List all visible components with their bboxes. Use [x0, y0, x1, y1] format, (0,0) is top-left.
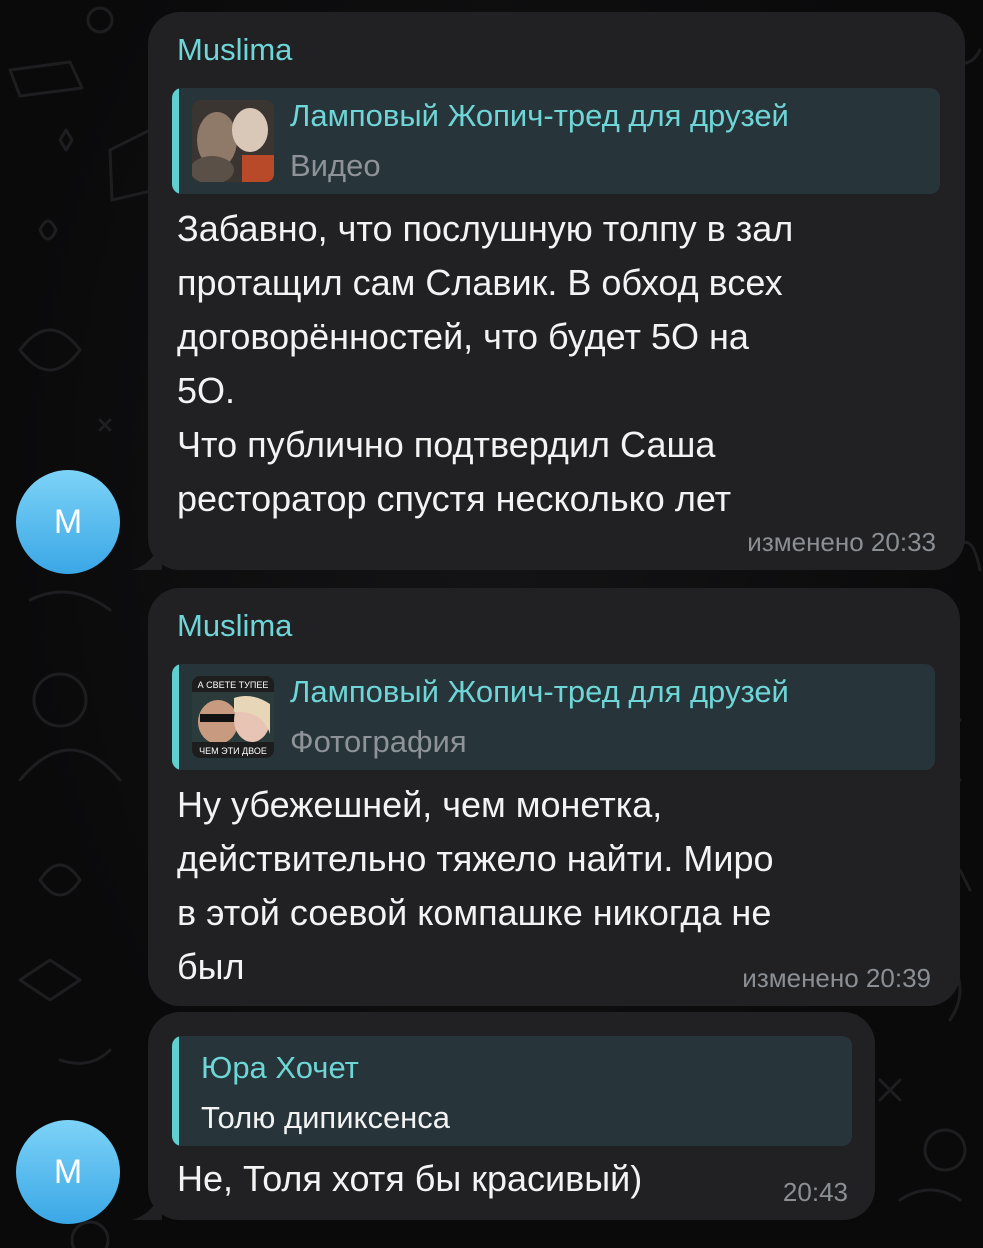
message-text: Забавно, что послушную толпу в зал прота…: [177, 208, 794, 519]
reply-preview[interactable]: Юра Хочет Толю дипиксенса: [172, 1036, 852, 1146]
reply-accent-bar: [172, 88, 179, 194]
reply-subtitle: Фотография: [290, 724, 467, 759]
reply-accent-bar: [172, 1036, 179, 1146]
chat-view[interactable]: Muslima Ламповый Жопич-тред для друзей В…: [0, 0, 983, 1248]
bubble-tail: [132, 540, 162, 570]
photo-thumbnail: А СВЕТЕ ТУПЕЕ ЧЕМ ЭТИ ДВОЕ: [192, 676, 274, 758]
sender-name[interactable]: Muslima: [177, 32, 292, 68]
message-text: Ну убежешней, чем монетка, действительно…: [177, 784, 774, 987]
message-meta: изменено 20:39: [742, 963, 931, 993]
thumb-caption-bottom: ЧЕМ ЭТИ ДВОЕ: [199, 746, 267, 756]
reply-title: Юра Хочет: [201, 1050, 359, 1085]
bubble-tail: [132, 1190, 162, 1220]
reply-title: Ламповый Жопич-тред для друзей: [290, 674, 789, 709]
reply-preview[interactable]: А СВЕТЕ ТУПЕЕ ЧЕМ ЭТИ ДВОЕ Ламповый Жопи…: [172, 664, 935, 770]
message-bubble[interactable]: Muslima Ламповый Жопич-тред для друзей В…: [148, 12, 965, 570]
reply-preview[interactable]: Ламповый Жопич-тред для друзей Видео: [172, 88, 940, 194]
message-meta: 20:43: [782, 1177, 848, 1207]
message-meta: изменено 20:33: [747, 527, 936, 557]
reply-subtitle: Видео: [290, 148, 381, 183]
avatar[interactable]: M: [16, 1120, 120, 1224]
message-text: Не, Толя хотя бы красивый): [177, 1158, 643, 1199]
reply-accent-bar: [172, 664, 179, 770]
avatar[interactable]: M: [16, 470, 120, 574]
reply-subtitle: Толю дипиксенса: [201, 1100, 451, 1135]
message-bubble[interactable]: Юра Хочет Толю дипиксенса Не, Толя хотя …: [148, 1012, 875, 1220]
sender-name[interactable]: Muslima: [177, 608, 292, 644]
thumb-caption-top: А СВЕТЕ ТУПЕЕ: [198, 680, 269, 690]
video-thumbnail: [192, 100, 274, 182]
message-bubble[interactable]: Muslima А СВЕТЕ ТУПЕЕ ЧЕМ ЭТИ ДВОЕ Лампо…: [148, 588, 960, 1006]
reply-title: Ламповый Жопич-тред для друзей: [290, 98, 789, 133]
